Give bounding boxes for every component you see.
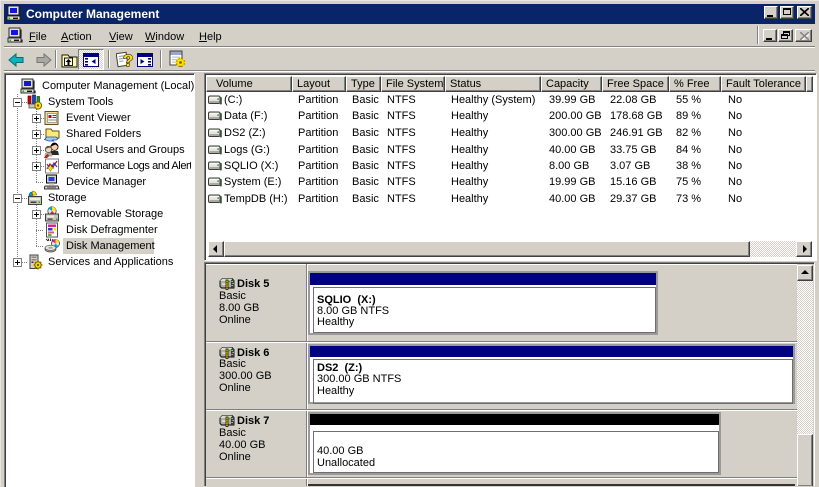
svg-text:?: ?	[123, 51, 133, 69]
